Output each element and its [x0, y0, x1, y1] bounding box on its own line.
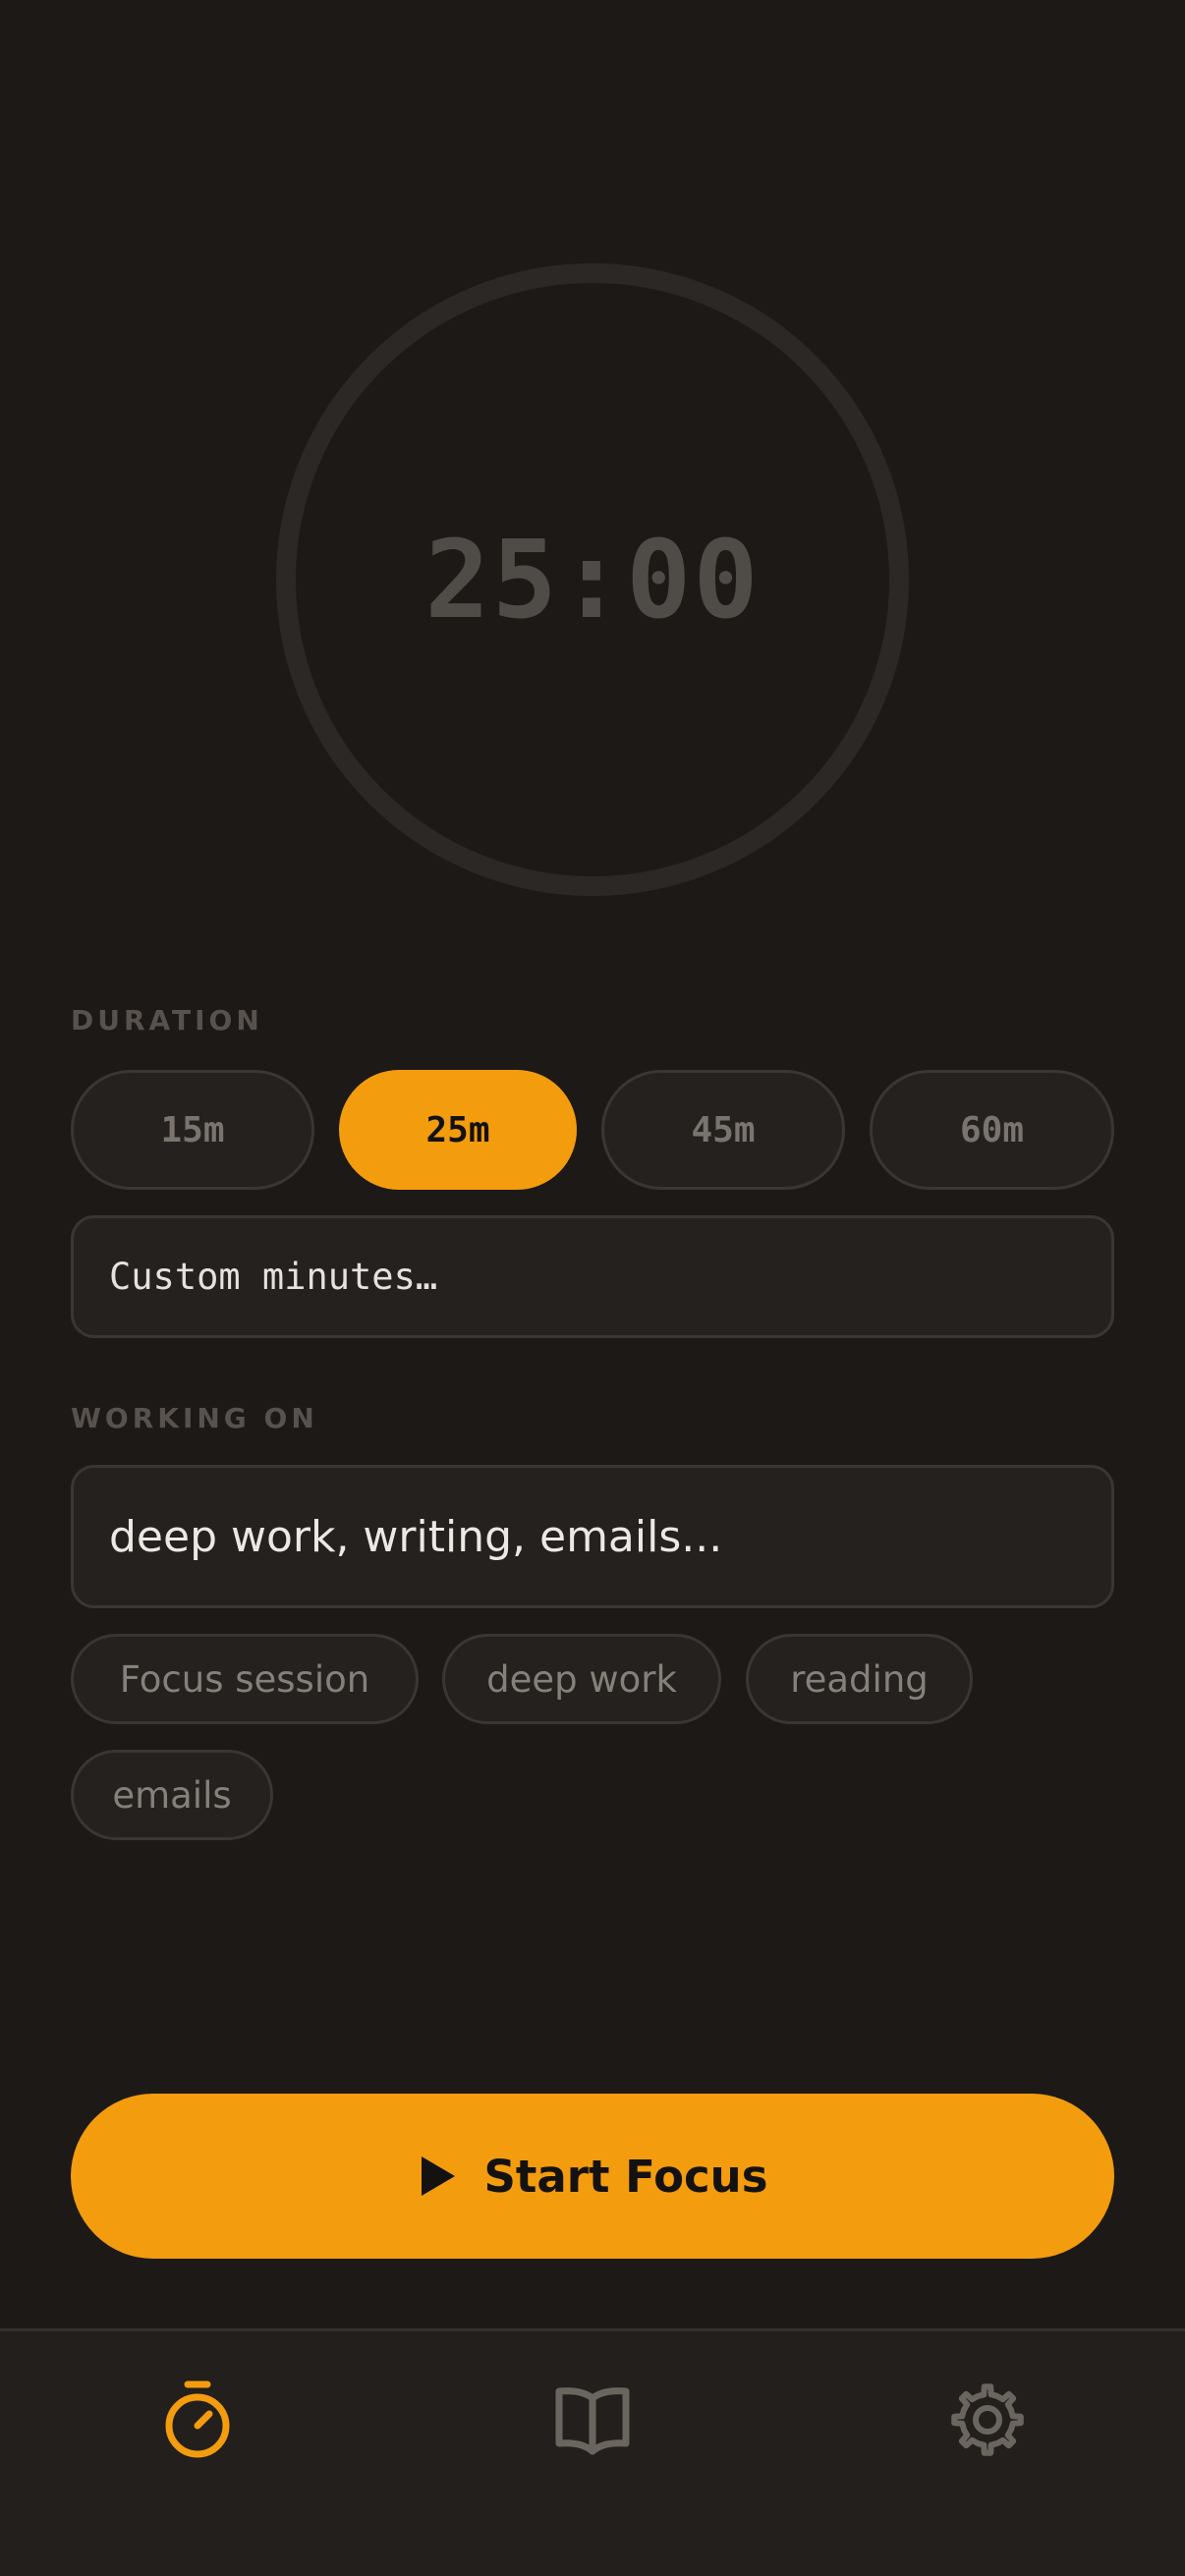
working-on-label: WORKING ON	[71, 1402, 318, 1434]
task-input[interactable]: deep work, writing, emails...	[71, 1465, 1114, 1608]
bottom-nav	[0, 2328, 1185, 2576]
suggestion-chip-emails[interactable]: emails	[71, 1750, 273, 1840]
task-input-placeholder: deep work, writing, emails...	[109, 1511, 723, 1562]
timer-ring: 25:00	[276, 263, 909, 896]
duration-25m-button[interactable]: 25m	[339, 1070, 577, 1190]
duration-options: 15m 25m 45m 60m	[71, 1070, 1114, 1190]
nav-item-settings[interactable]	[929, 2361, 1046, 2479]
duration-label: DURATION	[71, 1004, 263, 1036]
timer-display: 25:00	[424, 517, 761, 643]
custom-minutes-placeholder: Custom minutes…	[109, 1256, 438, 1298]
suggestion-chip-deep-work[interactable]: deep work	[442, 1634, 721, 1724]
custom-minutes-input[interactable]: Custom minutes…	[71, 1215, 1114, 1338]
start-focus-label: Start Focus	[483, 2150, 768, 2203]
nav-item-journal[interactable]	[534, 2361, 651, 2479]
nav-item-timer[interactable]	[139, 2361, 256, 2479]
suggestion-chip-focus-session[interactable]: Focus session	[71, 1634, 419, 1724]
gear-icon	[951, 2383, 1024, 2456]
start-focus-button[interactable]: Start Focus	[71, 2094, 1114, 2259]
stopwatch-icon	[165, 2380, 230, 2458]
duration-15m-button[interactable]: 15m	[71, 1070, 314, 1190]
suggestion-chip-reading[interactable]: reading	[746, 1634, 973, 1724]
duration-60m-button[interactable]: 60m	[870, 1070, 1114, 1190]
play-icon	[421, 2156, 455, 2196]
book-open-icon	[555, 2387, 630, 2455]
duration-45m-button[interactable]: 45m	[601, 1070, 845, 1190]
